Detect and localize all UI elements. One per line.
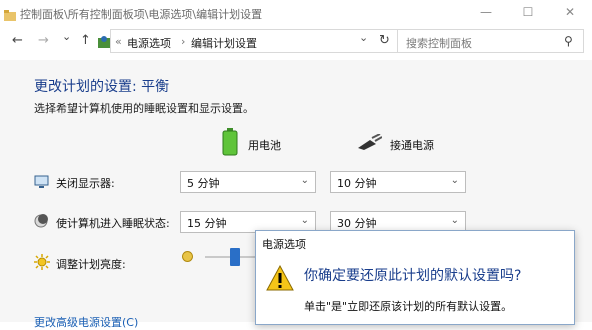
search-icon[interactable]: ⚲ [564,34,573,48]
breadcrumb-separator: « [115,35,122,48]
title-bar: 控制面板\所有控制面板项\电源选项\编辑计划设置 — ☐ ✕ [0,0,592,26]
address-dropdown-button[interactable]: ⌄ [359,31,368,44]
back-button[interactable]: ← [12,33,23,48]
select-value: 15 分钟 [187,217,227,230]
battery-icon [222,128,238,156]
forward-button[interactable]: → [38,33,49,48]
display-icon [34,174,49,188]
breadcrumb-item-edit-plan[interactable]: 编辑计划设置 [191,35,257,51]
row-label-brightness: 调整计划亮度: [56,258,126,271]
select-value: 5 分钟 [187,177,220,190]
column-header-plugged-in: 接通电源 [390,139,434,152]
breadcrumb-item-power-options[interactable]: 电源选项 [127,35,171,51]
recent-dropdown-button[interactable]: ⌄ [62,30,71,43]
dialog-detail: 单击"是"立即还原该计划的所有默认设置。 [304,300,513,313]
dialog-question: 你确定要还原此计划的默认设置吗? [304,268,522,284]
display-off-plugged-select[interactable]: 10 分钟 ⌄ [330,171,466,193]
brightness-sun-icon [34,254,50,270]
search-placeholder: 搜索控制面板 [406,37,472,50]
page-description: 选择希望计算机使用的睡眠设置和显示设置。 [34,102,254,115]
close-button[interactable]: ✕ [562,4,578,20]
address-bar[interactable]: « 电源选项 › 编辑计划设置 ⌄ ↻ [98,29,398,53]
power-plug-icon [356,133,383,150]
up-button[interactable]: ↑ [80,33,91,48]
search-input[interactable]: 搜索控制面板 ⚲ [398,29,584,53]
confirm-dialog: 电源选项 你确定要还原此计划的默认设置吗? 单击"是"立即还原该计划的所有默认设… [255,230,575,325]
brightness-slider-thumb[interactable] [230,248,240,266]
dialog-title: 电源选项 [262,238,306,251]
dim-brightness-icon [182,251,193,262]
chevron-down-icon: ⌄ [450,215,459,226]
warning-icon [266,264,294,291]
control-panel-icon [97,34,111,48]
chevron-down-icon: ⌄ [300,215,309,226]
chevron-down-icon: ⌄ [450,175,459,186]
chevron-down-icon: ⌄ [300,175,309,186]
display-off-battery-select[interactable]: 5 分钟 ⌄ [180,171,316,193]
breadcrumb-arrow: › [181,35,186,48]
select-value: 30 分钟 [337,217,377,230]
page-title: 更改计划的设置: 平衡 [34,79,170,95]
sleep-moon-icon [34,213,48,228]
column-header-battery: 用电池 [248,139,281,152]
row-label-turn-off-display: 关闭显示器: [56,177,115,190]
maximize-button[interactable]: ☐ [520,4,536,20]
refresh-button[interactable]: ↻ [379,33,390,48]
window-title: 控制面板\所有控制面板项\电源选项\编辑计划设置 [20,8,263,21]
folder-icon [4,6,16,21]
minimize-button[interactable]: — [478,4,494,20]
row-label-sleep: 使计算机进入睡眠状态: [56,217,170,230]
advanced-settings-link[interactable]: 更改高级电源设置(C) [34,314,138,330]
select-value: 10 分钟 [337,177,377,190]
